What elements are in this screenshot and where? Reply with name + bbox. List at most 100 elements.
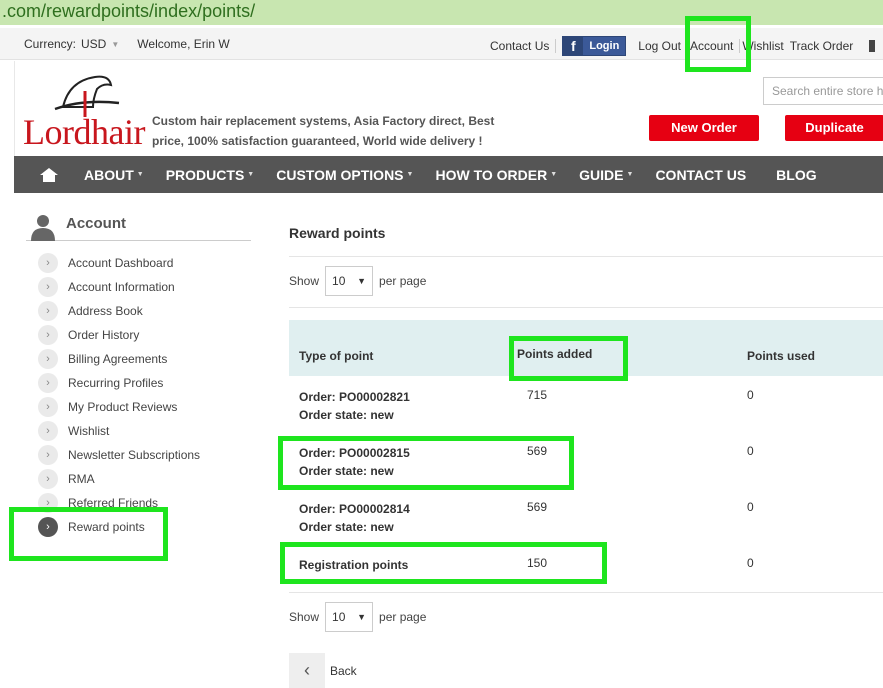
contact-us-link[interactable]: Contact Us [484, 39, 555, 53]
table-row: Order: PO00002821 Order state: new 715 0 [289, 376, 883, 432]
chevron-right-icon: › [38, 469, 58, 489]
logo-text: Lordhair [23, 112, 145, 152]
chevron-right-icon: › [38, 325, 58, 345]
sidebar-header: Account [26, 211, 251, 241]
row-added: 715 [527, 388, 548, 402]
row-added: 569 [527, 500, 548, 514]
table-row: Order: PO00002814 Order state: new 569 0 [289, 488, 883, 544]
pager-show-label: Show [289, 610, 320, 624]
sidebar-item-order-history[interactable]: › Order History [38, 323, 200, 347]
search-input[interactable]: Search entire store h [763, 77, 883, 105]
nav-products[interactable]: PRODUCTS ▼ [166, 167, 277, 183]
chevron-right-icon: › [38, 277, 58, 297]
logout-link[interactable]: Log Out [632, 39, 687, 53]
sidebar-item-account-dashboard[interactable]: › Account Dashboard [38, 251, 200, 275]
per-page-select[interactable]: 10 ▼ [325, 602, 374, 632]
sidebar-item-label: My Product Reviews [68, 400, 178, 414]
nav-how-to-order[interactable]: HOW TO ORDER ▼ [435, 167, 579, 183]
facebook-login-button[interactable]: f Login [562, 36, 627, 56]
sidebar-item-label: Address Book [68, 304, 143, 318]
row-type-line2: Order state: new [299, 520, 394, 534]
caret-down-icon: ▼ [406, 171, 414, 178]
highlight-reward-points [9, 507, 168, 561]
sidebar-item-wishlist[interactable]: › Wishlist [38, 419, 200, 443]
facebook-icon: f [563, 36, 584, 56]
sidebar-item-label: Recurring Profiles [68, 376, 164, 390]
nav-label: ABOUT [84, 166, 134, 183]
sidebar-item-label: Order History [68, 328, 140, 342]
chevron-right-icon: › [38, 421, 58, 441]
sidebar-menu: › Account Dashboard › Account Information … [38, 251, 200, 539]
nav-guide[interactable]: GUIDE ▼ [579, 167, 655, 183]
row-type-line1: Order: PO00002821 [299, 390, 410, 404]
back-button[interactable]: ‹ Back [289, 653, 357, 688]
currency-value: USD [81, 37, 107, 51]
row-used: 0 [747, 444, 754, 458]
pager-show-label: Show [289, 274, 320, 288]
caret-down-icon: ▼ [357, 612, 367, 622]
chevron-right-icon: › [38, 445, 58, 465]
sidebar-item-billing-agreements[interactable]: › Billing Agreements [38, 347, 200, 371]
sidebar-item-recurring-profiles[interactable]: › Recurring Profiles [38, 371, 200, 395]
facebook-login-label: Login [589, 40, 620, 52]
pager-per-page-label: per page [379, 274, 427, 288]
sidebar-item-newsletter[interactable]: › Newsletter Subscriptions [38, 443, 200, 467]
row-used: 0 [747, 500, 754, 514]
currency-selector[interactable]: Currency: USD ▼ [24, 37, 119, 51]
column-header-type: Type of point [299, 349, 374, 363]
nav-blog[interactable]: BLOG [776, 167, 838, 183]
chevron-down-icon: ▼ [111, 39, 120, 49]
sidebar-item-account-information[interactable]: › Account Information [38, 275, 200, 299]
nav-label: HOW TO ORDER [435, 166, 548, 183]
highlight-registration-row [280, 542, 607, 584]
back-label: Back [330, 663, 357, 678]
nav-label: PRODUCTS [165, 166, 245, 183]
caret-down-icon: ▼ [550, 171, 558, 178]
highlight-account-link [685, 16, 751, 72]
divider [289, 256, 883, 257]
main-nav: ABOUT ▼ PRODUCTS ▼ CUSTOM OPTIONS ▼ HOW TO … [14, 156, 883, 193]
caret-down-icon: ▼ [626, 171, 634, 178]
sidebar-item-product-reviews[interactable]: › My Product Reviews [38, 395, 200, 419]
logo[interactable]: Lordhair [23, 69, 145, 152]
caret-down-icon: ▼ [136, 171, 144, 178]
nav-label: BLOG [776, 166, 817, 183]
home-icon[interactable] [14, 167, 84, 183]
page-title: Reward points [289, 225, 386, 241]
pager-top: Show 10 ▼ per page [289, 266, 426, 296]
nav-custom-options[interactable]: CUSTOM OPTIONS ▼ [276, 167, 435, 183]
tagline: Custom hair replacement systems, Asia Fa… [152, 114, 495, 148]
sidebar-item-label: Account Information [68, 280, 175, 294]
sidebar-title: Account [66, 215, 126, 232]
nav-about[interactable]: ABOUT ▼ [84, 167, 166, 183]
per-page-select[interactable]: 10 ▼ [325, 266, 374, 296]
pager-bottom: Show 10 ▼ per page [289, 602, 426, 632]
nav-label: CUSTOM OPTIONS [276, 166, 404, 183]
chevron-right-icon: › [38, 373, 58, 393]
per-page-value: 10 [332, 610, 346, 624]
sidebar-item-rma[interactable]: › RMA [38, 467, 200, 491]
per-page-value: 10 [332, 274, 346, 288]
user-icon [31, 215, 55, 241]
nav-contact-us[interactable]: CONTACT US [655, 167, 776, 183]
account-sidebar: Account › Account Dashboard › Account Info… [14, 193, 264, 688]
nav-label: GUIDE [579, 166, 624, 183]
caret-down-icon: ▼ [357, 276, 367, 286]
row-type: Order: PO00002814 Order state: new [299, 500, 410, 536]
column-header-used: Points used [747, 349, 816, 363]
chevron-right-icon: › [38, 349, 58, 369]
row-type: Order: PO00002821 Order state: new [299, 388, 410, 424]
caret-down-icon: ▼ [247, 171, 255, 178]
sidebar-item-label: Wishlist [68, 424, 110, 438]
sidebar-item-label: RMA [68, 472, 95, 486]
sidebar-item-label: Newsletter Subscriptions [68, 448, 201, 462]
sidebar-item-address-book[interactable]: › Address Book [38, 299, 200, 323]
new-order-button[interactable]: New Order [649, 115, 759, 141]
cart-icon[interactable] [869, 40, 876, 52]
chevron-right-icon: › [38, 301, 58, 321]
track-order-link[interactable]: Track Order [790, 39, 860, 53]
duplicate-button[interactable]: Duplicate [785, 115, 883, 141]
welcome-text: Welcome, Erin W [137, 37, 230, 51]
url-text: .com/rewardpoints/index/points/ [2, 1, 256, 21]
divider [555, 39, 557, 53]
